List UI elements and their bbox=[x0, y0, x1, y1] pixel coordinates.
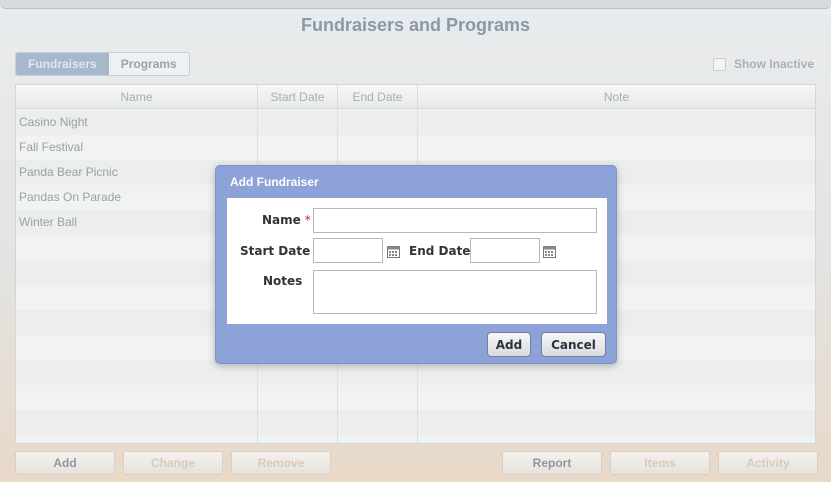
notes-field[interactable] bbox=[313, 270, 597, 314]
start-date-field[interactable] bbox=[313, 238, 383, 263]
start-date-label: Start Date bbox=[240, 244, 311, 258]
end-date-field[interactable] bbox=[470, 238, 540, 263]
name-label: Name * bbox=[262, 213, 311, 227]
add-fundraiser-dialog: Add Fundraiser Name * Start Date End Date… bbox=[215, 165, 617, 364]
dialog-title: Add Fundraiser bbox=[230, 175, 319, 189]
end-date-label: End Date bbox=[409, 244, 471, 258]
name-field[interactable] bbox=[313, 208, 597, 233]
dialog-cancel-button[interactable]: Cancel bbox=[541, 332, 606, 357]
notes-label: Notes bbox=[263, 274, 303, 288]
dialog-add-button[interactable]: Add bbox=[487, 332, 531, 357]
name-label-text: Name bbox=[262, 213, 301, 227]
calendar-icon[interactable] bbox=[387, 246, 400, 258]
required-marker: * bbox=[304, 213, 311, 227]
calendar-icon[interactable] bbox=[543, 246, 556, 258]
dialog-form: Name * Start Date End Date Notes bbox=[227, 198, 607, 324]
